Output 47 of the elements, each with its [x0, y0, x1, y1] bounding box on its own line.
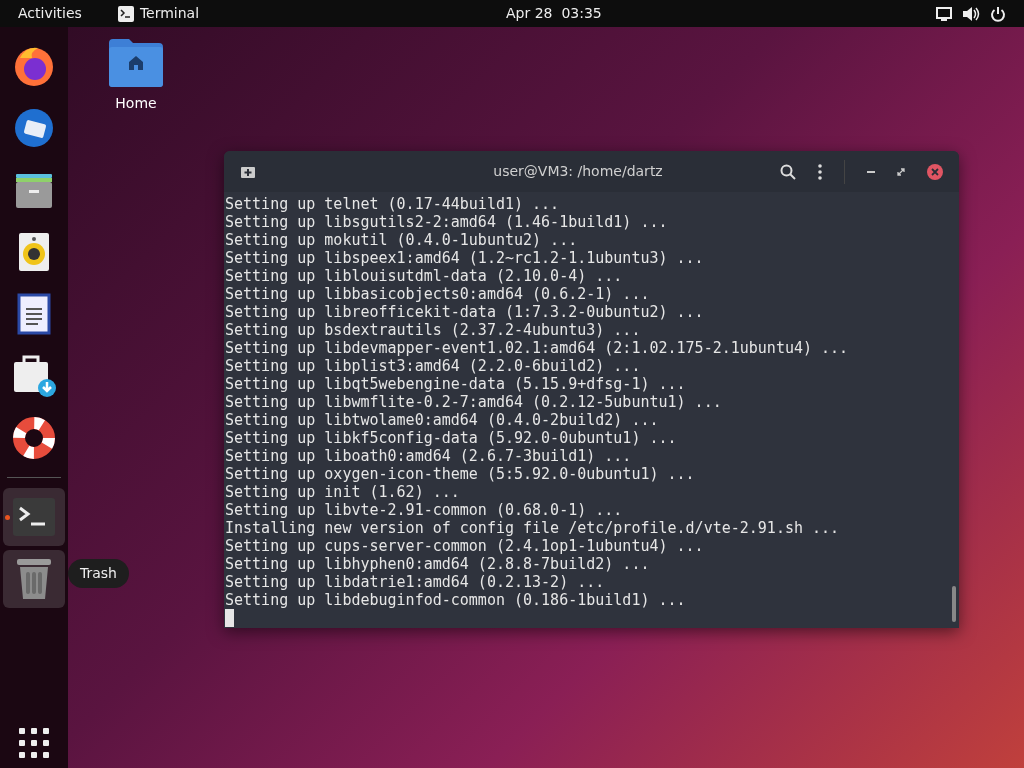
home-folder-icon[interactable]	[107, 37, 165, 89]
lifebuoy-icon	[12, 416, 56, 460]
clock[interactable]: Apr 28 03:35	[506, 3, 602, 24]
terminal-line: Setting up liblouisutdml-data (2.10.0-4) ...	[225, 267, 623, 285]
tooltip: Trash	[68, 559, 129, 588]
terminal-line: Setting up libsgutils2-2:amd64 (1.46-1build1) ...	[225, 213, 668, 231]
terminal-line: Installing new version of config file /etc/profile.d/vte-2.91.sh ...	[225, 519, 840, 537]
volume-icon[interactable]	[962, 5, 980, 22]
terminal-line: Setting up libdevmapper-event1.02.1:amd64 (2:1.02.175-2.1ubuntu4) ...	[225, 339, 849, 357]
terminal-line: Setting up libwmflite-0.2-7:amd64 (0.2.12-5ubuntu1) ...	[225, 393, 722, 411]
terminal-icon	[13, 498, 55, 536]
terminal-line: Setting up libqt5webengine-data (5.15.9+dfsg-1) ...	[225, 375, 686, 393]
cursor	[225, 609, 234, 627]
terminal-line: Setting up libkf5config-data (5.92.0-0ubuntu1) ...	[225, 429, 677, 447]
terminal-line: Setting up cups-server-common (2.4.1op1-1ubuntu4) ...	[225, 537, 704, 555]
power-icon[interactable]	[990, 5, 1006, 22]
terminal-line: Setting up telnet (0.17-44build1) ...	[225, 195, 560, 213]
terminal-line: Setting up oxygen-icon-theme (5:5.92.0-0ubuntu1) ...	[225, 465, 695, 483]
terminal-line: Setting up libvte-2.91-common (0.68.0-1) ...	[225, 501, 623, 519]
terminal-line: Setting up libtwolame0:amd64 (0.4.0-2build2) ...	[225, 411, 659, 429]
minimize-icon[interactable]	[867, 170, 875, 173]
trash-icon	[15, 557, 53, 601]
app-grid-icon[interactable]	[19, 728, 49, 758]
search-icon[interactable]	[780, 163, 796, 180]
activities-button[interactable]: Activities	[18, 3, 82, 24]
bird-envelope-icon	[12, 106, 56, 150]
terminal-line: Setting up libdatrie1:amd64 (0.2.13-2) ...	[225, 573, 605, 591]
terminal-line: Setting up libreofficekit-data (1:7.3.2-0ubuntu2) ...	[225, 303, 704, 321]
terminal-line: Setting up mokutil (0.4.0-1ubuntu2) ...	[225, 231, 578, 249]
scrollbar-thumb[interactable]	[952, 586, 956, 622]
close-icon[interactable]	[927, 163, 943, 180]
terminal-line: Setting up bsdextrautils (2.37.2-4ubuntu3) ...	[225, 321, 641, 339]
terminal-line: Setting up libplist3:amd64 (2.2.0-6build2) ...	[225, 357, 641, 375]
dock-item[interactable]	[3, 488, 65, 546]
terminal-line: Setting up libdebuginfod-common (0.186-1build1) ...	[225, 591, 686, 609]
terminal-line: Setting up init (1.62) ...	[225, 483, 460, 501]
terminal-line: Setting up libhyphen0:amd64 (2.8.8-7build2) ...	[225, 555, 650, 573]
window-title: user@VM3: /home/dartz	[492, 162, 664, 181]
terminal-line: Setting up liboath0:amd64 (2.6.7-3build1) ...	[225, 447, 632, 465]
restore-icon[interactable]	[897, 167, 905, 176]
menu-icon[interactable]	[818, 163, 822, 180]
home-label: Home	[115, 94, 157, 113]
new-tab-icon[interactable]	[240, 164, 256, 179]
app-menu[interactable]: Terminal	[139, 3, 200, 24]
terminal-icon	[117, 5, 134, 22]
terminal-line: Setting up libspeex1:amd64 (1.2~rc1.2-1.1ubuntu3) ...	[225, 249, 704, 267]
terminal-line: Setting up libbasicobjects0:amd64 (0.6.2-1) ...	[225, 285, 650, 303]
